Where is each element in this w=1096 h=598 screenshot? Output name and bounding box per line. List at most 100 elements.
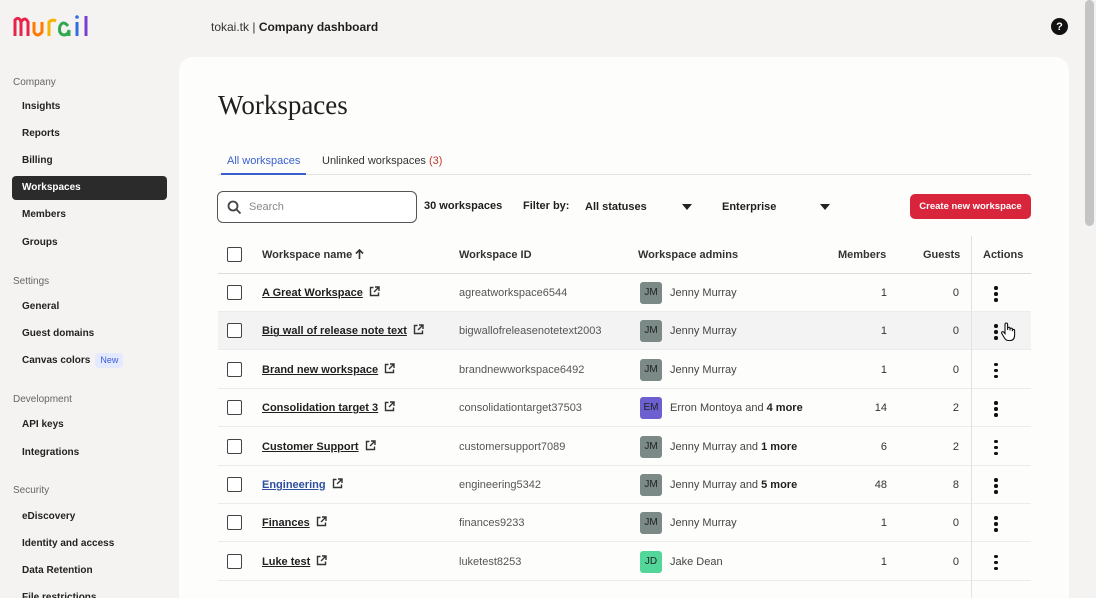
sidebar-section-security: Security <box>13 485 50 496</box>
workspace-link[interactable]: Brand new workspace <box>262 364 378 376</box>
table-row[interactable]: Luke test luketest8253 JD Jake Dean 1 0 <box>218 543 1031 581</box>
row-checkbox[interactable] <box>227 438 242 454</box>
admin-more: 5 more <box>761 479 798 491</box>
search-input[interactable] <box>249 199 409 215</box>
row-checkbox[interactable] <box>227 515 242 531</box>
workspace-admins: Jenny Murray and 5 more <box>670 466 797 504</box>
more-actions-icon[interactable] <box>994 401 998 419</box>
workspace-link[interactable]: Customer Support <box>262 441 359 453</box>
admin-and: and <box>742 402 767 415</box>
search-field[interactable] <box>217 191 417 223</box>
admin-more: 1 more <box>761 440 798 453</box>
more-actions-icon[interactable] <box>994 516 998 534</box>
mouse-pointer-icon <box>1001 322 1016 342</box>
help-icon[interactable]: ? <box>1051 18 1068 35</box>
row-checkbox[interactable] <box>227 323 242 339</box>
workspace-id: luketest8253 <box>459 555 522 568</box>
more-actions-icon[interactable] <box>994 324 998 342</box>
more-actions-icon[interactable] <box>994 362 998 381</box>
external-link-icon[interactable] <box>365 439 376 451</box>
guests-count: 2 <box>952 440 959 453</box>
select-all-checkbox[interactable] <box>227 247 242 262</box>
sidebar-item-canvas-colors[interactable]: Canvas colors New <box>12 349 167 373</box>
sidebar-item-workspaces[interactable]: Workspaces <box>12 176 167 200</box>
company-breadcrumb: tokai.tk | Company dashboard <box>211 20 378 34</box>
external-link-icon[interactable] <box>369 286 380 297</box>
sidebar-item-data-retention[interactable]: Data Retention <box>12 559 167 583</box>
row-checkbox[interactable] <box>227 285 242 300</box>
col-header-id: Workspace ID <box>459 249 532 261</box>
row-checkbox[interactable] <box>227 361 242 377</box>
help-label: ? <box>1056 20 1063 33</box>
workspace-link[interactable]: Luke test <box>262 556 310 568</box>
col-header-guests: Guests <box>923 249 961 261</box>
page-scrollbar[interactable] <box>1085 0 1094 226</box>
guests-count: 0 <box>952 287 959 299</box>
table-row[interactable]: Customer Support customersupport7089 JM Jen… <box>218 428 1031 466</box>
more-actions-icon[interactable] <box>994 554 998 573</box>
table-row[interactable]: Brand new workspace brandnewworkspace6492… <box>218 351 1031 389</box>
workspace-name-cell: Consolidation target 3 <box>262 389 395 427</box>
table-row[interactable]: Big wall of release note text bigwallofre… <box>218 312 1031 351</box>
external-link-icon[interactable] <box>384 401 395 412</box>
col-header-name[interactable]: Workspace name <box>262 236 364 274</box>
workspace-link[interactable]: Engineering <box>262 479 326 491</box>
external-link-icon[interactable] <box>384 363 395 374</box>
members-count: 1 <box>880 363 887 376</box>
external-link-icon[interactable] <box>316 555 327 566</box>
sidebar-item-api-keys[interactable]: API keys <box>12 413 167 437</box>
table-row[interactable]: A Great Workspace agreatworkspace6544 JM Je… <box>218 274 1031 312</box>
mural-logo <box>13 15 88 37</box>
workspace-link[interactable]: A Great Workspace <box>262 287 363 299</box>
sidebar-item-reports[interactable]: Reports <box>12 122 167 146</box>
admin-name: Erron Montoya <box>670 402 743 415</box>
sidebar-item-ediscovery[interactable]: eDiscovery <box>12 505 167 529</box>
admin-name: Jenny Murray <box>670 440 737 453</box>
col-header-name-label: Workspace name <box>262 249 353 261</box>
external-link-icon[interactable] <box>316 516 327 527</box>
workspace-name-cell: Engineering <box>262 466 343 504</box>
row-checkbox[interactable] <box>227 400 242 416</box>
avatar: JM <box>640 474 662 496</box>
sidebar-item-billing[interactable]: Billing <box>12 149 167 173</box>
create-workspace-button[interactable]: Create new workspace <box>910 194 1031 219</box>
tab-all-workspaces[interactable]: All workspaces <box>221 155 307 175</box>
members-count: 6 <box>880 440 887 453</box>
sidebar-item-groups[interactable]: Groups <box>12 231 167 255</box>
guests-count: 0 <box>952 325 959 338</box>
more-actions-icon[interactable] <box>994 439 998 458</box>
status-filter-select[interactable]: All statuses <box>585 193 695 221</box>
sidebar-item-guest-domains[interactable]: Guest domains <box>12 322 167 346</box>
table-row[interactable]: Consolidation target 3 consolidationtarge… <box>218 389 1031 428</box>
table-row[interactable]: Engineering engineering5342 JM Jenny Murray… <box>218 466 1031 504</box>
plan-filter-select[interactable]: Enterprise <box>722 193 832 221</box>
more-actions-icon[interactable] <box>994 478 998 496</box>
actions-column-divider <box>971 236 972 598</box>
workspace-name-cell: Brand new workspace <box>262 351 395 389</box>
row-checkbox[interactable] <box>227 553 242 569</box>
admin-and: and <box>736 479 762 491</box>
sidebar-item-integrations[interactable]: Integrations <box>12 441 167 465</box>
avatar: JD <box>640 550 662 573</box>
row-checkbox[interactable] <box>227 477 242 492</box>
external-link-icon[interactable] <box>413 324 424 335</box>
guests-count: 0 <box>952 555 959 568</box>
sidebar-item-members[interactable]: Members <box>12 203 167 227</box>
sidebar-item-general[interactable]: General <box>12 295 167 319</box>
workspace-admins: Jenny Murray <box>670 274 737 312</box>
external-link-icon[interactable] <box>332 478 343 489</box>
tab-unlinked-workspaces[interactable]: Unlinked workspaces (3) <box>322 155 442 175</box>
admin-name: Jenny Murray <box>670 517 737 530</box>
sidebar-item-file-restrictions[interactable]: File restrictions <box>12 586 167 598</box>
sidebar-item-identity-access[interactable]: Identity and access <box>12 532 167 556</box>
new-badge: New <box>95 353 124 368</box>
workspace-link[interactable]: Consolidation target 3 <box>262 402 378 414</box>
more-actions-icon[interactable] <box>994 286 998 304</box>
workspace-link[interactable]: Finances <box>262 517 310 529</box>
table-header: Workspace name Workspace ID Workspace ad… <box>218 236 1031 274</box>
workspace-link[interactable]: Big wall of release note text <box>262 325 407 337</box>
avatar: JM <box>640 435 662 458</box>
table-row[interactable]: Finances finances9233 JM Jenny Murray 1 0 <box>218 504 1031 543</box>
admin-name: Jenny Murray <box>670 287 737 299</box>
sidebar-item-insights[interactable]: Insights <box>12 95 167 119</box>
